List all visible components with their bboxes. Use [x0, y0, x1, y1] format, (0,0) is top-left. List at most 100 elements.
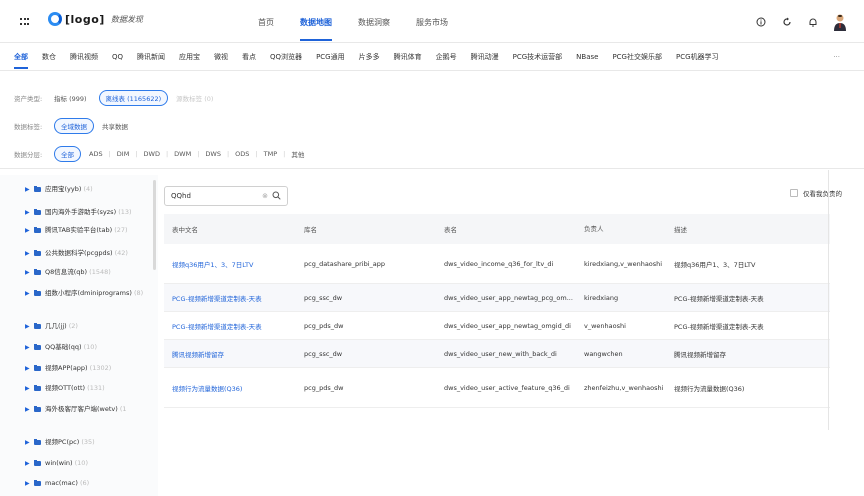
- caret-right-icon[interactable]: ▶: [25, 207, 30, 218]
- caret-right-icon[interactable]: ▶: [25, 248, 30, 259]
- tree-node[interactable]: ▶ 视频OTT(ott) (131): [25, 383, 154, 394]
- caret-right-icon[interactable]: ▶: [25, 383, 30, 394]
- tab-news[interactable]: 腾讯新闻: [137, 52, 165, 62]
- tree-node[interactable]: ▶ win(win) (10): [25, 458, 154, 469]
- clear-icon[interactable]: ⊗: [262, 192, 268, 200]
- folder-icon: [34, 185, 41, 192]
- table-cn-link[interactable]: PCG-视频新增渠道定制表-天表: [164, 321, 304, 331]
- table-cn-link[interactable]: PCG-视频新增渠道定制表-天表: [164, 293, 304, 303]
- caret-right-icon[interactable]: ▶: [25, 342, 30, 353]
- filter-option-metric[interactable]: 指标 (999): [54, 93, 87, 103]
- table-cn-link[interactable]: 视频q36用户1、3、7日LTV: [164, 259, 304, 269]
- filter-label: 数据分层:: [14, 151, 43, 159]
- layer-dwd[interactable]: DWD: [144, 150, 160, 158]
- table-row[interactable]: 视频q36用户1、3、7日LTV pcg_datashare_pribi_app…: [164, 244, 830, 284]
- caret-right-icon[interactable]: ▶: [25, 321, 30, 332]
- tree-node-label: 海外极客厅客户端(wetv): [45, 405, 118, 413]
- layer-all[interactable]: 全部: [54, 146, 81, 162]
- tree-node-count: (4): [83, 185, 93, 193]
- layer-dwm[interactable]: DWM: [174, 150, 191, 158]
- tab-sports[interactable]: 腾讯体育: [394, 52, 422, 62]
- tab-comic[interactable]: 腾讯动漫: [471, 52, 499, 62]
- tree-node[interactable]: ▶ 视频PC(pc) (35): [25, 437, 154, 448]
- only-mine-checkbox[interactable]: [790, 189, 798, 197]
- tree-node-count: (42): [114, 249, 128, 257]
- avatar[interactable]: [832, 13, 848, 31]
- caret-right-icon[interactable]: ▶: [25, 478, 30, 489]
- layer-dws[interactable]: DWS: [205, 150, 221, 158]
- filter-option-offline-table[interactable]: 离线表 (1165622): [98, 90, 169, 106]
- tree-node[interactable]: ▶ 组数小程序(dminiprograms) (8): [25, 288, 154, 299]
- tab-qq[interactable]: QQ: [112, 53, 123, 61]
- tree-node[interactable]: ▶ 应用宝(yyb) (4): [25, 184, 154, 195]
- tree-node[interactable]: ▶ Q8信息流(qb) (1548): [25, 267, 154, 278]
- tab-dw[interactable]: 数仓: [42, 52, 56, 62]
- table-name: dws_video_user_new_with_back_di: [444, 349, 557, 358]
- tab-nbase[interactable]: NBase: [576, 53, 598, 61]
- caret-right-icon[interactable]: ▶: [25, 288, 30, 299]
- tree-node[interactable]: ▶ 海外极客厅客户端(wetv) (1: [25, 404, 154, 415]
- only-mine-toggle[interactable]: 仅看我负责的: [790, 188, 842, 198]
- tree-node[interactable]: ▶ mac(mac) (6): [25, 478, 154, 489]
- filter-option-source-tag[interactable]: 源数标签 (0): [176, 93, 213, 103]
- tab-qiehao[interactable]: 企鹅号: [436, 52, 457, 62]
- tree-node[interactable]: ▶ QQ基础(qq) (10): [25, 342, 154, 353]
- tree-node-count: (2): [68, 322, 78, 330]
- folder-icon: [34, 268, 41, 275]
- caret-right-icon[interactable]: ▶: [25, 404, 30, 415]
- table-row[interactable]: PCG-视频新增渠道定制表-天表 pcg_ssc_dw dws_video_us…: [164, 284, 830, 312]
- search-icon[interactable]: [272, 191, 281, 202]
- tree-node[interactable]: ▶ 腾讯TAB实验平台(tab) (27): [25, 225, 154, 236]
- table-cn-link[interactable]: 腾讯视频新增留存: [164, 349, 304, 359]
- tree-node-label: 组数小程序(dminiprograms): [45, 289, 132, 297]
- tab-pcg-social[interactable]: PCG社交娱乐部: [612, 52, 662, 62]
- table-db: pcg_ssc_dw: [304, 349, 343, 358]
- tab-pcg-ml[interactable]: PCG机器学习: [676, 52, 719, 62]
- tab-tencent-video[interactable]: 腾讯视频: [70, 52, 98, 62]
- tree-node[interactable]: ▶ 几几(jj) (2): [25, 321, 154, 332]
- nav-data-map[interactable]: 数据地图: [300, 17, 332, 41]
- layer-other[interactable]: 其他: [291, 149, 304, 159]
- layer-ods[interactable]: ODS: [235, 150, 249, 158]
- table-row[interactable]: PCG-视频新增渠道定制表-天表 pcg_pds_dw dws_video_us…: [164, 312, 830, 340]
- tab-pcg-common[interactable]: PCG通用: [316, 52, 345, 62]
- filter-option-all-domain[interactable]: 全域数据: [54, 118, 94, 134]
- search-value[interactable]: QQhd: [171, 192, 262, 200]
- tree-node[interactable]: ▶ 国内海外手游助手(syzs) (13): [25, 207, 154, 218]
- nav-home[interactable]: 首页: [258, 17, 274, 28]
- nav-data-insight[interactable]: 数据洞察: [358, 17, 390, 28]
- table-row[interactable]: 视频行为流量数据(Q36) pcg_pds_dw dws_video_user_…: [164, 368, 830, 408]
- tab-pcg-tech-ops[interactable]: PCG技术运营部: [513, 52, 563, 62]
- tree-node-label: QQ基础(qq): [45, 343, 82, 351]
- caret-right-icon[interactable]: ▶: [25, 458, 30, 469]
- nav-service-market[interactable]: 服务市场: [416, 17, 448, 28]
- tab-kandian[interactable]: 看点: [242, 52, 256, 62]
- table-row[interactable]: 腾讯视频新增留存 pcg_ssc_dw dws_video_user_new_w…: [164, 340, 830, 368]
- app-grid-icon[interactable]: [20, 18, 29, 26]
- caret-right-icon[interactable]: ▶: [25, 363, 30, 374]
- product-logo[interactable]: [logo] 数据发现: [48, 12, 143, 26]
- layer-ads[interactable]: ADS: [89, 150, 103, 158]
- table-db: pcg_ssc_dw: [304, 293, 343, 302]
- folder-icon: [34, 384, 41, 391]
- tab-qq-browser[interactable]: QQ浏览器: [270, 52, 302, 62]
- caret-right-icon[interactable]: ▶: [25, 267, 30, 278]
- tab-yyb[interactable]: 应用宝: [179, 52, 200, 62]
- layer-dim[interactable]: DIM: [117, 150, 130, 158]
- caret-right-icon[interactable]: ▶: [25, 225, 30, 236]
- refresh-icon[interactable]: [780, 15, 794, 29]
- info-icon[interactable]: [754, 15, 768, 29]
- layer-tmp[interactable]: TMP: [264, 150, 278, 158]
- filter-option-shared[interactable]: 共享数据: [102, 121, 128, 131]
- tab-all[interactable]: 全部: [14, 52, 28, 69]
- tab-pianduoduo[interactable]: 片多多: [359, 52, 380, 62]
- table-search-input[interactable]: QQhd ⊗: [164, 186, 288, 206]
- table-cn-link[interactable]: 视频行为流量数据(Q36): [164, 383, 304, 393]
- tab-weishi[interactable]: 微视: [214, 52, 228, 62]
- bell-icon[interactable]: [806, 15, 820, 29]
- caret-right-icon[interactable]: ▶: [25, 437, 30, 448]
- caret-right-icon[interactable]: ▶: [25, 184, 30, 195]
- tree-node[interactable]: ▶ 视频APP(app) (1302): [25, 363, 154, 374]
- more-tabs-icon[interactable]: ···: [833, 53, 840, 61]
- tree-node[interactable]: ▶ 公共数据科学(pcgpds) (42): [25, 248, 154, 259]
